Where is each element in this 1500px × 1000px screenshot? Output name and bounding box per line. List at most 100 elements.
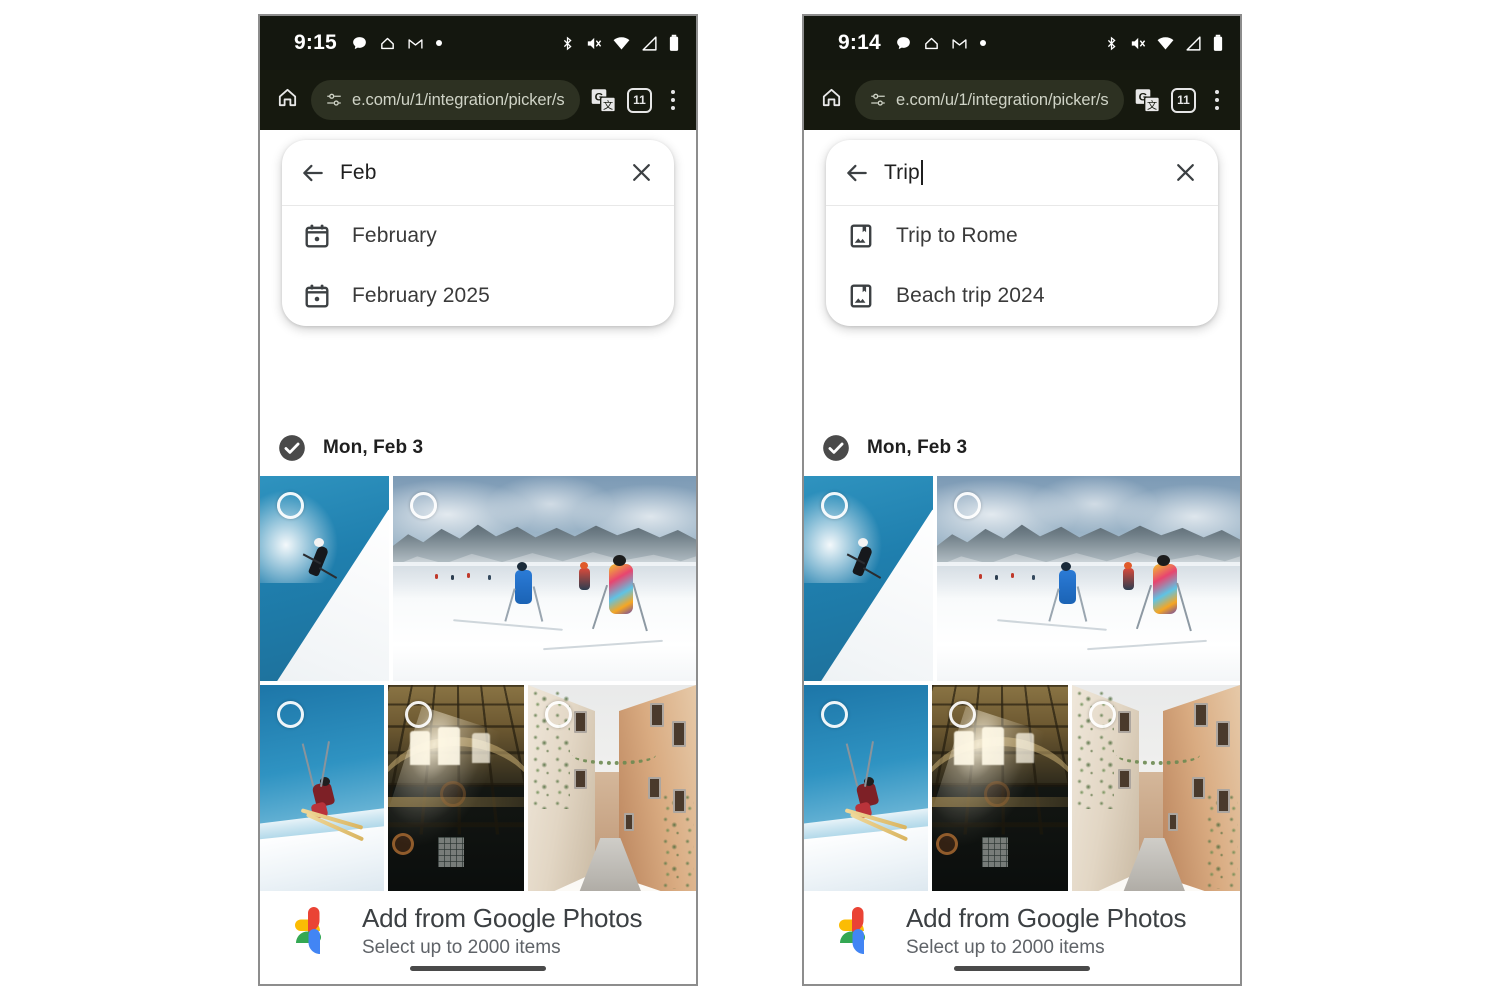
gmail-icon [952,38,967,48]
date-section-header[interactable]: Mon, Feb 3 [804,420,1240,476]
bluetooth-icon [563,36,572,50]
mute-icon [1131,37,1146,49]
home-indicator[interactable] [410,966,546,971]
picker-app-body: Mon, Feb 3 Trip Trip to Rome Beach trip … [804,130,1240,984]
picker-app-body: Mon, Feb 3 Feb February February 2025 Ad… [260,130,696,984]
sheet-title: Add from Google Photos [906,903,1187,933]
photo-skier-on-slope[interactable] [260,476,389,681]
browser-toolbar: e.com/u/1/integration/picker/s G 文 11 [260,70,696,130]
photo-select-circle[interactable] [954,492,981,519]
sheet-subtitle: Select up to 2000 items [362,936,561,958]
suggestion-item[interactable]: Beach trip 2024 [826,266,1218,326]
photo-select-circle[interactable] [545,701,572,728]
date-check-icon[interactable] [822,434,850,462]
photo-select-circle[interactable] [949,701,976,728]
date-label: Mon, Feb 3 [867,437,968,458]
browser-toolbar: e.com/u/1/integration/picker/s G 文 11 [804,70,1240,130]
suggestion-label: February [352,224,437,247]
signal-icon [1186,35,1201,51]
home-icon[interactable] [274,84,301,116]
status-notification-icons [351,35,443,52]
suggestion-item[interactable]: February [282,206,674,266]
kebab-menu-icon[interactable] [1206,87,1228,113]
search-overlay-card: Feb February February 2025 [282,140,674,326]
photo-snowy-mountain-panorama[interactable] [937,476,1240,681]
mute-icon [587,37,602,49]
back-arrow-icon[interactable] [300,160,326,186]
photo-ski-jumper[interactable] [804,685,928,903]
photo-select-circle[interactable] [821,492,848,519]
sheet-text-block: Add from Google Photos Select up to 2000… [362,903,643,959]
bottom-action-sheet[interactable]: Add from Google Photos Select up to 2000… [804,891,1240,984]
photo-skier-on-slope[interactable] [804,476,933,681]
address-bar[interactable]: e.com/u/1/integration/picker/s [855,80,1124,120]
photo-church-interior[interactable] [932,685,1068,903]
phone-mockup-right: 9:14 e.com/u/1/integration/picker/s G 文 … [802,14,1242,986]
status-system-icons [560,34,680,52]
dot-icon [979,40,986,46]
home-icon[interactable] [818,84,845,116]
signal-icon [642,35,657,51]
album-icon [850,284,872,308]
photo-select-circle[interactable] [1089,701,1116,728]
chat-bubble-icon [896,36,910,49]
suggestion-label: Beach trip 2024 [896,284,1045,307]
date-section-header[interactable]: Mon, Feb 3 [260,420,696,476]
search-input[interactable]: Feb [340,161,615,185]
suggestion-item[interactable]: February 2025 [282,266,674,326]
tune-icon[interactable] [325,91,343,109]
photo-italian-street[interactable] [528,685,696,903]
suggestion-label: February 2025 [352,284,490,307]
photo-select-circle[interactable] [821,701,848,728]
kebab-menu-icon[interactable] [662,87,684,113]
google-photos-logo [839,907,865,954]
photo-snowy-mountain-panorama[interactable] [393,476,696,681]
address-bar[interactable]: e.com/u/1/integration/picker/s [311,80,580,120]
photo-select-circle[interactable] [410,492,437,519]
suggestion-item[interactable]: Trip to Rome [826,206,1218,266]
date-label: Mon, Feb 3 [323,437,424,458]
status-clock: 9:14 [838,31,881,54]
translate-icon[interactable]: G 文 [590,87,617,114]
search-input-row[interactable]: Trip [826,140,1218,206]
home-indicator[interactable] [954,966,1090,971]
search-input[interactable]: Trip [884,160,1159,185]
tab-counter[interactable]: 11 [627,87,652,113]
comparison-stage: 9:15 e.com/u/1/integration/picker/s G 文 … [0,0,1500,1000]
tab-counter[interactable]: 11 [1171,87,1196,113]
photo-italian-street[interactable] [1072,685,1240,903]
sheet-text-block: Add from Google Photos Select up to 2000… [906,903,1187,959]
status-system-icons [1104,34,1224,52]
photo-select-circle[interactable] [277,701,304,728]
phone-mockup-left: 9:15 e.com/u/1/integration/picker/s G 文 … [258,14,698,986]
photo-select-circle[interactable] [405,701,432,728]
search-overlay-card: Trip Trip to Rome Beach trip 2024 [826,140,1218,326]
photo-church-interior[interactable] [388,685,524,903]
battery-icon [1213,34,1223,51]
status-bar: 9:15 [260,16,696,70]
close-icon[interactable] [629,160,654,185]
back-arrow-icon[interactable] [844,160,870,186]
search-input-row[interactable]: Feb [282,140,674,206]
date-check-icon[interactable] [278,434,306,462]
home-dome-icon [380,37,394,49]
photo-select-circle[interactable] [277,492,304,519]
svg-text:文: 文 [603,98,613,111]
photo-row-2 [804,685,1240,903]
status-notification-icons [895,35,987,52]
photo-row-1 [804,476,1240,681]
photo-row-2 [260,685,696,903]
sheet-title: Add from Google Photos [362,903,643,933]
album-icon [850,224,872,248]
bottom-action-sheet[interactable]: Add from Google Photos Select up to 2000… [260,891,696,984]
close-icon[interactable] [1173,160,1198,185]
photo-ski-jumper[interactable] [260,685,384,903]
tune-icon[interactable] [869,91,887,109]
sheet-subtitle: Select up to 2000 items [906,936,1105,958]
chat-bubble-icon [352,36,366,49]
svg-text:文: 文 [1147,98,1157,111]
status-bar: 9:14 [804,16,1240,70]
url-text: e.com/u/1/integration/picker/s [352,90,565,109]
home-dome-icon [924,37,938,49]
translate-icon[interactable]: G 文 [1134,87,1161,114]
